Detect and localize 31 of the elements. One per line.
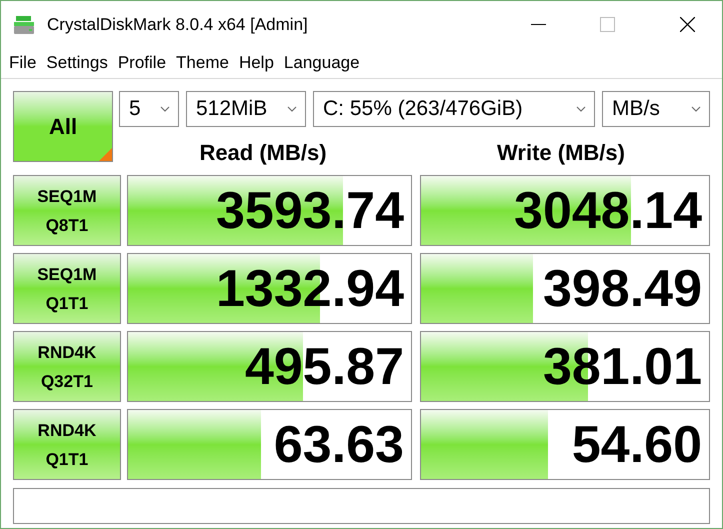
dropdown[interactable]: C: 55% (263/476GiB) bbox=[313, 91, 595, 127]
menu-item[interactable]: Profile bbox=[112, 50, 172, 76]
chevron-down-icon bbox=[576, 106, 586, 112]
menu-item[interactable]: Language bbox=[278, 50, 365, 76]
column-header: Read (MB/s) bbox=[198, 139, 328, 167]
result-value: 54.60 bbox=[572, 415, 702, 476]
chevron-down-icon bbox=[287, 106, 297, 112]
comment-field[interactable] bbox=[13, 488, 710, 524]
menu-item[interactable]: Theme bbox=[171, 50, 234, 76]
minimize-icon bbox=[531, 24, 546, 25]
test-button[interactable]: RND4K Q1T1 bbox=[13, 409, 121, 480]
maximize-icon bbox=[600, 17, 614, 32]
dropdown[interactable]: MB/s bbox=[602, 91, 710, 127]
result-value: 63.63 bbox=[274, 415, 404, 476]
menu-item[interactable]: File bbox=[4, 50, 42, 76]
result-value: 398.49 bbox=[542, 259, 702, 320]
chevron-down-icon bbox=[691, 106, 701, 112]
menu-item[interactable]: Help bbox=[234, 50, 279, 76]
menu-item[interactable]: Settings bbox=[41, 50, 113, 76]
column-header: Write (MB/s) bbox=[496, 139, 626, 167]
corner-mark-icon bbox=[99, 148, 112, 161]
test-button[interactable]: SEQ1M Q8T1 bbox=[13, 175, 121, 246]
app-icon bbox=[13, 14, 35, 36]
dropdown[interactable]: 5 bbox=[119, 91, 179, 127]
close-icon bbox=[680, 17, 694, 32]
test-button[interactable]: RND4K Q32T1 bbox=[13, 331, 121, 402]
test-button[interactable]: SEQ1M Q1T1 bbox=[13, 253, 121, 324]
chevron-down-icon bbox=[160, 106, 170, 112]
all-button[interactable]: All bbox=[13, 91, 113, 162]
dropdown[interactable]: 512MiB bbox=[186, 91, 306, 127]
window-title: CrystalDiskMark 8.0.4 x64 [Admin] bbox=[47, 14, 308, 36]
